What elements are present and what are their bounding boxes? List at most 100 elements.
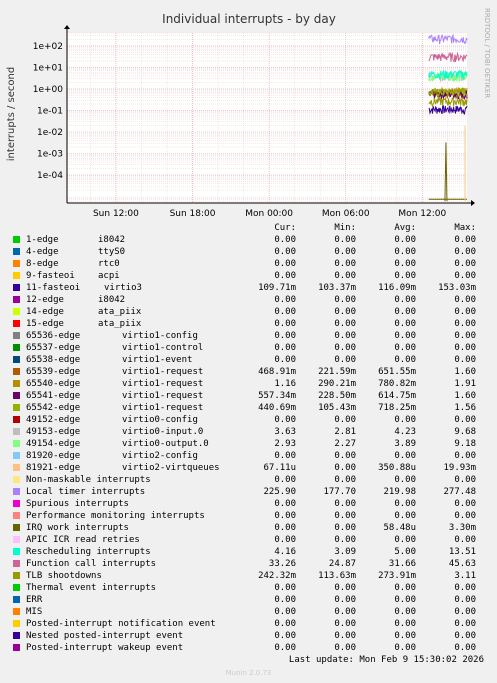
value-min: 0.00 — [334, 343, 356, 353]
value-avg: 0.00 — [394, 499, 416, 509]
value-avg: 0.00 — [394, 271, 416, 281]
value-avg: 0.00 — [394, 235, 416, 245]
legend-row: Local timer interrupts 225.90 177.70 219.98… — [13, 486, 493, 498]
y-axis-arrow — [64, 25, 70, 29]
legend-row: 65536-edge virtio1-config 0.00 0.00 0.00 0.00 — [13, 330, 493, 342]
series-name: 81920-edge — [26, 451, 81, 461]
value-avg: 718.25m — [378, 403, 416, 413]
value-max: 3.30m — [448, 523, 476, 533]
series-name: 14-edge — [26, 307, 64, 317]
legend-swatch — [13, 584, 20, 591]
value-min: 105.43m — [318, 403, 356, 413]
value-avg: 0.00 — [394, 319, 416, 329]
value-min: 0.00 — [334, 235, 356, 245]
value-min: 221.59m — [318, 367, 356, 377]
legend-swatch — [13, 416, 20, 423]
legend-swatch — [13, 440, 20, 447]
value-max: 0.00 — [454, 271, 476, 281]
series-name: Local timer interrupts — [26, 487, 146, 497]
series-desc: virtio1-request — [122, 403, 204, 413]
value-min: 0.00 — [334, 451, 356, 461]
value-max: 153.03m — [438, 283, 476, 293]
value-avg: 116.09m — [378, 283, 416, 293]
legend-swatch — [13, 332, 20, 339]
value-min: 0.00 — [334, 535, 356, 545]
value-min: 0.00 — [334, 355, 356, 365]
y-axis-label: interrupts / second — [6, 67, 17, 161]
value-cur: 242.32m — [258, 571, 296, 581]
value-avg: 58.48u — [383, 523, 416, 533]
series-desc: virtio0-input.0 — [122, 427, 204, 437]
value-cur: 440.69m — [258, 403, 296, 413]
legend-row: 65537-edge virtio1-control 0.00 0.00 0.00 0.0… — [13, 342, 493, 354]
value-avg: 0.00 — [394, 583, 416, 593]
value-max: 9.18 — [454, 439, 476, 449]
legend-row: TLB shootdowns 242.32m 113.63m 273.91m 3.11 — [13, 570, 493, 582]
value-cur: 4.16 — [274, 547, 296, 557]
legend-rows: 1-edge i8042 0.00 0.00 0.00 0.00 4-edge ttyS0 0.… — [13, 234, 493, 654]
value-avg: 0.00 — [394, 595, 416, 605]
value-avg: 0.00 — [394, 619, 416, 629]
legend-row: 81920-edge virtio2-config 0.00 0.00 0.00 0.00 — [13, 450, 493, 462]
y-tick-label: 1e+02 — [33, 42, 63, 52]
legend-row: Posted-interrupt wakeup event 0.00 0.00 0.0… — [13, 642, 493, 654]
series-name: Thermal event interrupts — [26, 583, 157, 593]
plot-area — [67, 33, 467, 203]
munin-version: Munin 2.0.73 — [225, 669, 272, 677]
value-avg: 780.82m — [378, 379, 416, 389]
value-avg: 0.00 — [394, 643, 416, 653]
legend-swatch — [13, 572, 20, 579]
series-name: 65538-edge — [26, 355, 81, 365]
legend-swatch — [13, 308, 20, 315]
value-cur: 3.63 — [274, 427, 296, 437]
value-min: 24.87 — [328, 559, 356, 569]
value-min: 0.00 — [334, 307, 356, 317]
value-min: 0.00 — [334, 619, 356, 629]
series-desc: i8042 — [98, 235, 126, 245]
value-cur: 0.00 — [274, 583, 296, 593]
value-avg: 5.00 — [394, 547, 416, 557]
legend-row: ERR 0.00 0.00 0.00 0.00 — [13, 594, 493, 606]
legend-row: Spurious interrupts 0.00 0.00 0.00 0.00 — [13, 498, 493, 510]
value-avg: 219.98 — [383, 487, 416, 497]
legend-row: Thermal event interrupts 0.00 0.00 0.00 0.00 — [13, 582, 493, 594]
legend-row: 65539-edge virtio1-request 468.91m 221.59m 6… — [13, 366, 493, 378]
x-axis-arrow — [471, 200, 475, 206]
legend-row: 12-edge i8042 0.00 0.00 0.00 0.00 — [13, 294, 493, 306]
y-tick-label: 1e+00 — [33, 85, 64, 95]
x-tick-label: Mon 12:00 — [398, 209, 446, 219]
value-min: 0.00 — [334, 475, 356, 485]
value-min: 0.00 — [334, 607, 356, 617]
value-max: 0.00 — [454, 475, 476, 485]
chart: Individual interrupts - by day interrupt… — [6, 8, 491, 219]
legend-row: Function call interrupts 33.26 24.87 31.66 4… — [13, 558, 493, 570]
series-name: 65539-edge — [26, 367, 81, 377]
value-max: 0.00 — [454, 295, 476, 305]
legend-row: 8-edge rtc0 0.00 0.00 0.00 0.00 — [13, 258, 493, 270]
value-min: 0.00 — [334, 631, 356, 641]
series-name: MIS — [26, 607, 43, 617]
series-name: 65542-edge — [26, 403, 81, 413]
series-name: IRQ work interrupts — [26, 523, 129, 533]
series-name: Nested posted-interrupt event — [26, 631, 184, 641]
y-tick-label: 1e+01 — [33, 63, 63, 73]
value-max: 1.91 — [454, 379, 476, 389]
legend-row: 49152-edge virtio0-config 0.00 0.00 0.00 0.00 — [13, 414, 493, 426]
legend-row: 65540-edge virtio1-request 1.16 290.21m 780.… — [13, 378, 493, 390]
value-cur: 0.00 — [274, 511, 296, 521]
legend-row: 65542-edge virtio1-request 440.69m 105.43m 7… — [13, 402, 493, 414]
series-name: 15-edge — [26, 319, 64, 329]
x-tick-label: Sun 12:00 — [93, 209, 139, 219]
value-cur: 0.00 — [274, 451, 296, 461]
series-name: TLB shootdowns — [26, 571, 102, 581]
series-name: 65540-edge — [26, 379, 81, 389]
series-desc: virtio0-config — [122, 415, 198, 425]
value-avg: 0.00 — [394, 451, 416, 461]
legend-swatch — [13, 560, 20, 567]
value-cur: 0.00 — [274, 247, 296, 257]
x-tick-label: Sun 18:00 — [170, 209, 216, 219]
legend-swatch — [13, 392, 20, 399]
value-cur: 0.00 — [274, 607, 296, 617]
series-name: 65537-edge — [26, 343, 81, 353]
legend-row: Rescheduling interrupts 4.16 3.09 5.00 13.51 — [13, 546, 493, 558]
